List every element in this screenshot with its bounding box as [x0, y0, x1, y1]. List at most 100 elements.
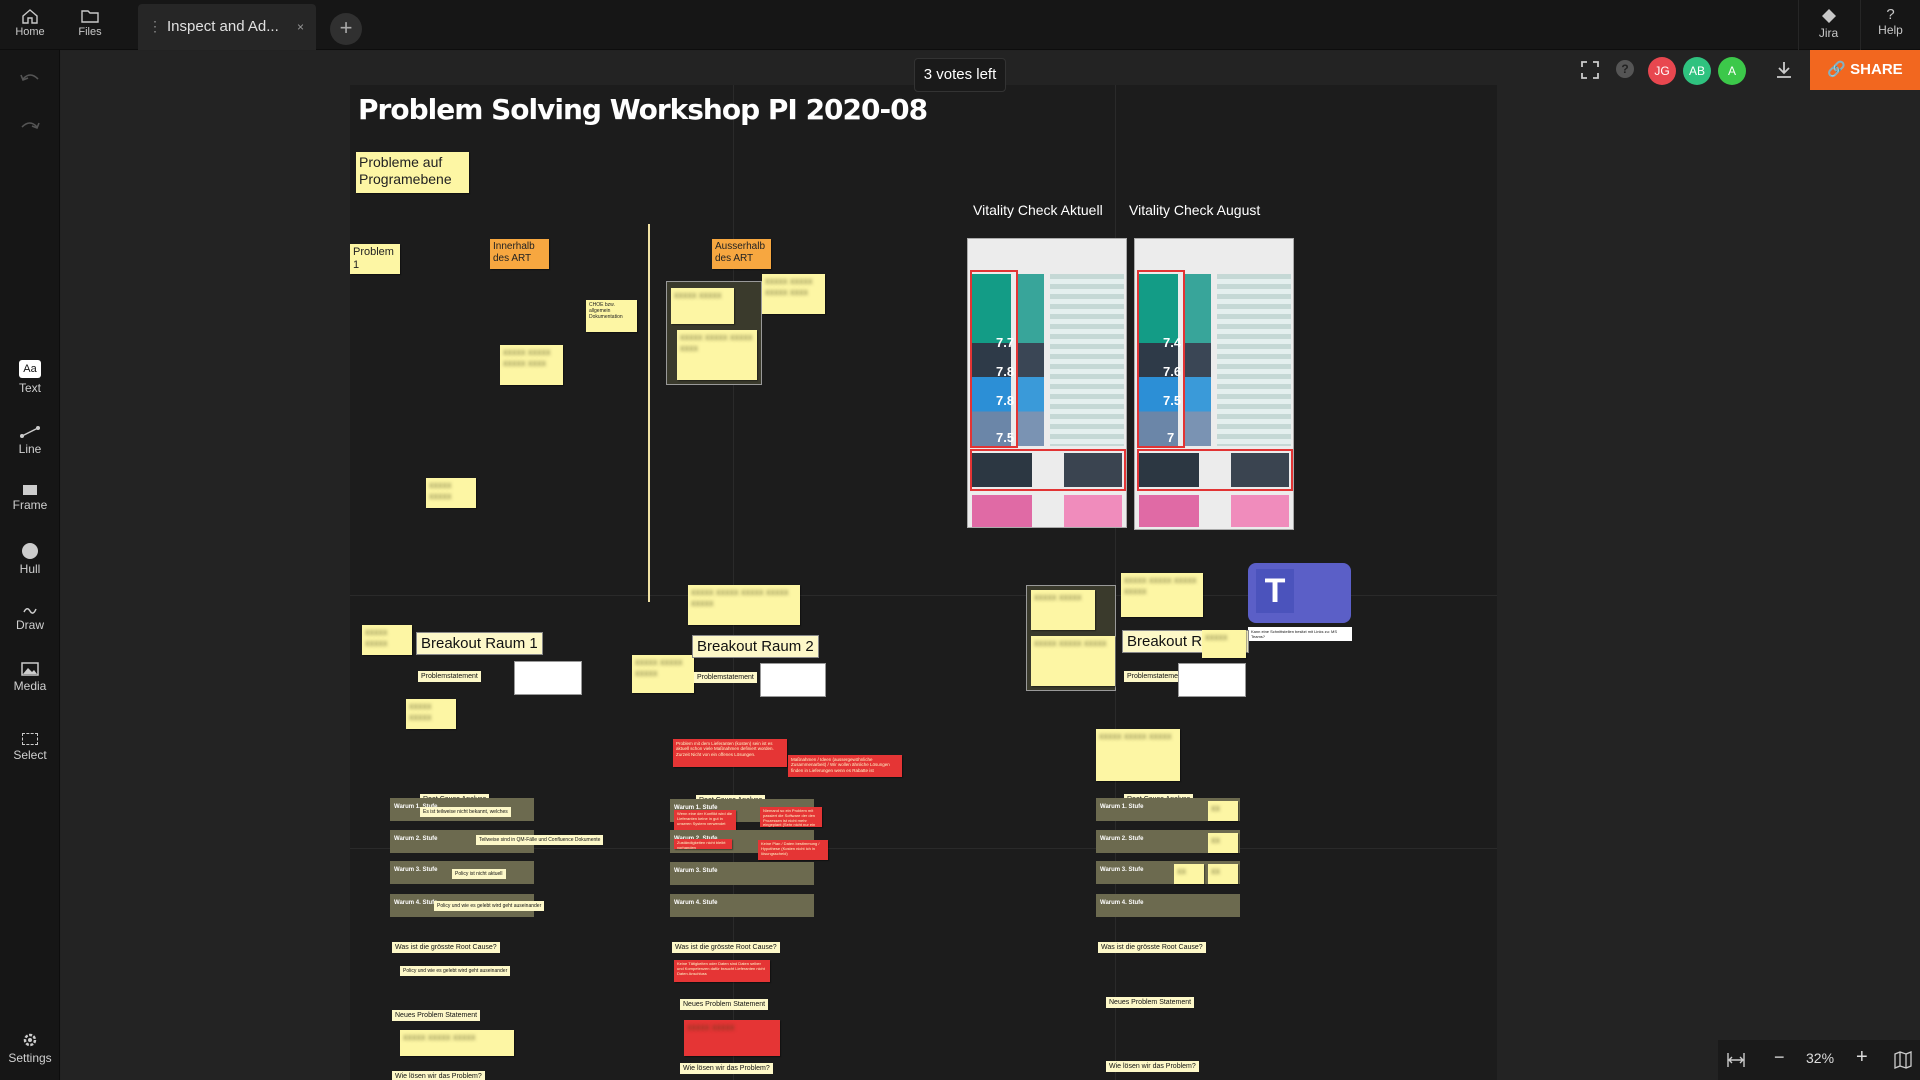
avatar[interactable]: JG [1648, 57, 1676, 85]
problemstatement-label[interactable]: Problemstatement [694, 672, 757, 683]
jira-button[interactable]: Jira [1798, 0, 1858, 50]
help-button[interactable]: ? Help [1860, 0, 1920, 50]
wie-loesen-label[interactable]: Wie lösen wir das Problem? [1106, 1061, 1199, 1072]
why-bubble[interactable]: Policy und wie es gelebt wird geht ausei… [434, 901, 545, 911]
download-icon[interactable] [1774, 60, 1794, 80]
sticky-blurred[interactable]: xxxxx xxxxx xxxxx [400, 1030, 514, 1056]
sticky-problem-1[interactable]: Problem 1 [350, 244, 400, 274]
sticky-blurred[interactable]: xxxxx xxxxx xxxxx xxxx [762, 274, 825, 314]
tab-inspect-and-adapt[interactable]: ⋮ Inspect and Ad... × [138, 4, 316, 50]
vitality-august-heading: Vitality Check August [1129, 202, 1261, 218]
red-note[interactable]: Problem mit dem Lieferanten (kosten) sei… [673, 739, 787, 767]
sticky-blurred[interactable]: xxxxx xxxxx [671, 288, 734, 324]
sticky-blurred[interactable]: xxxxx xxxxx xxxxx xxxx [500, 345, 563, 385]
tab-title: Inspect and Ad... [167, 18, 279, 35]
problemstatement-label[interactable]: Problemstatement [418, 671, 481, 682]
sticky-probleme-programebene[interactable]: Probleme auf Programebene [356, 152, 469, 193]
sticky-blurred[interactable]: xx [1208, 864, 1238, 884]
workshop-board[interactable]: Problem Solving Workshop PI 2020-08 Prob… [350, 85, 1497, 1080]
diagram-thumbnail[interactable] [1178, 663, 1246, 697]
why-level-3[interactable]: Warum 3. Stufe [670, 862, 814, 885]
sticky-link[interactable]: xxxxx xxxxx xxxxx xxxxx [1121, 573, 1203, 617]
sticky-ausserhalb-art[interactable]: Ausserhalb des ART [712, 239, 771, 269]
sticky-blurred[interactable]: xxxxx xxxxx [426, 478, 476, 508]
red-note[interactable]: Wenn eine der Konflikt wird die Lieferan… [674, 810, 736, 830]
sticky-blurred[interactable]: xxxxx xxxxx [406, 699, 456, 729]
line-tool[interactable]: Line [0, 425, 60, 456]
sticky-innerhalb-art[interactable]: Innerhalb des ART [490, 239, 549, 269]
neues-problem-statement-label[interactable]: Neues Problem Statement [392, 1010, 481, 1021]
diagram-thumbnail[interactable] [760, 663, 826, 697]
sticky-dokumentation[interactable]: CHOE bzw. allgemein Dokumentation [586, 300, 637, 332]
why-bubble[interactable]: Policy ist nicht aktuell [452, 869, 506, 879]
avatar[interactable]: AB [1683, 57, 1711, 85]
redo-button[interactable] [0, 118, 60, 135]
sticky-link[interactable]: xxxxx xxxxx xxxxx xxxxx xxxxx [688, 585, 800, 625]
wie-loesen-label[interactable]: Wie lösen wir das Problem? [680, 1063, 773, 1074]
fullscreen-icon[interactable] [1580, 60, 1600, 80]
red-note[interactable]: Zuständigkeiten nicht bleibt vorhanden [674, 839, 732, 849]
root-cause-answer[interactable]: Policy und wie es gelebt wird geht ausei… [400, 966, 511, 976]
hull-icon [22, 543, 38, 559]
neues-problem-statement-label[interactable]: Neues Problem Statement [680, 999, 769, 1010]
sticky-group[interactable]: xxxxx xxxxx xxxxx xxxxx xxxxx xxxx [666, 281, 762, 385]
tab-close-icon[interactable]: × [297, 20, 304, 34]
undo-button[interactable] [0, 70, 60, 87]
sticky-blurred[interactable]: xxxxx xxxxx xxxxx [1096, 729, 1180, 781]
text-tool[interactable]: Aa Text [0, 360, 60, 395]
select-tool[interactable]: Select [0, 733, 60, 762]
groesste-root-cause-label[interactable]: Was ist die grösste Root Cause? [672, 942, 780, 953]
top-bar: Home Files ⋮ Inspect and Ad... × + Jira … [0, 0, 1920, 50]
breakout-raum-1-label[interactable]: Breakout Raum 1 [416, 632, 543, 655]
ms-teams-logo[interactable]: T [1248, 563, 1351, 623]
add-tab-button[interactable]: + [330, 13, 362, 45]
sticky-blurred[interactable]: xx [1174, 864, 1204, 884]
map-icon[interactable] [1894, 1051, 1912, 1069]
why-level-4[interactable]: Warum 4. Stufe [1096, 894, 1240, 917]
sticky-blurred[interactable]: xx [1208, 833, 1238, 853]
tab-menu-icon[interactable]: ⋮ [148, 18, 162, 35]
media-tool[interactable]: Media [0, 662, 60, 693]
home-button[interactable]: Home [0, 0, 60, 50]
why-bubble[interactable]: Teilweise sind in QM-Fälle und Confluenc… [476, 835, 604, 845]
hull-tool[interactable]: Hull [0, 543, 60, 576]
files-button[interactable]: Files [60, 0, 120, 50]
sticky-group[interactable]: xxxxx xxxxx xxxxx xxxxx xxxxx [1026, 585, 1116, 691]
board-title: Problem Solving Workshop PI 2020-08 [358, 93, 928, 126]
sticky-blurred[interactable]: xxxxx xxxxx xxxxx [632, 655, 694, 693]
draw-tool[interactable]: Draw [0, 605, 60, 632]
share-button[interactable]: 🔗 SHARE [1810, 50, 1920, 90]
zoom-out-button[interactable]: − [1774, 1047, 1785, 1068]
avatar[interactable]: A [1718, 57, 1746, 85]
sticky-blurred[interactable]: xxxxx xxxxx [362, 625, 412, 655]
red-note[interactable]: Niemand so ein Problem mit passiert die … [760, 807, 822, 827]
vitality-check-august[interactable]: 7.4 7.6 7.5 7 [1134, 238, 1294, 530]
breakout-raum-2-label[interactable]: Breakout Raum 2 [692, 635, 819, 658]
red-note[interactable]: Keine Tätigkeiten oder Daten sind Daten … [674, 960, 770, 982]
red-note[interactable]: Maßnahmen / Ideen (aussergewöhnliche Zus… [788, 755, 902, 777]
sticky-blurred[interactable]: xx [1208, 801, 1238, 821]
diagram-thumbnail[interactable] [514, 661, 582, 695]
why-bubble[interactable]: Es ist teilweise nicht bekannt, welches [420, 807, 511, 817]
settings-button[interactable]: Settings [0, 1032, 60, 1065]
zoom-in-button[interactable]: + [1856, 1046, 1868, 1069]
groesste-root-cause-label[interactable]: Was ist die grösste Root Cause? [1098, 942, 1206, 953]
neues-problem-statement-label[interactable]: Neues Problem Statement [1106, 997, 1195, 1008]
wie-loesen-label[interactable]: Wie lösen wir das Problem? [392, 1071, 485, 1080]
frame-tool[interactable]: Frame [0, 485, 60, 512]
red-note[interactable]: Keine Plan / Daten bestimmung / Hypothes… [758, 840, 828, 860]
groesste-root-cause-label[interactable]: Was ist die grösste Root Cause? [392, 942, 500, 953]
sticky-blurred[interactable]: xxxxx [1202, 630, 1246, 658]
info-icon[interactable]: ? [1616, 60, 1634, 78]
sticky-blurred[interactable]: xxxxx xxxxx xxxxx xxxx [677, 330, 757, 380]
hull-tool-label: Hull [19, 562, 41, 576]
vitality-check-aktuell[interactable]: 7.7 7.8 7.8 7.5 [967, 238, 1127, 528]
why-level-4[interactable]: Warum 4. Stufe [670, 894, 814, 917]
red-note-blurred[interactable]: xxxxx xxxxx [684, 1020, 780, 1056]
text-icon: Aa [19, 360, 41, 378]
sticky-blurred[interactable]: xxxxx xxxxx xxxxx [1031, 636, 1115, 686]
files-label: Files [78, 26, 102, 38]
sticky-blurred[interactable]: xxxxx xxxxx [1031, 590, 1095, 630]
fit-width-icon[interactable] [1726, 1052, 1746, 1068]
canvas[interactable]: Problem Solving Workshop PI 2020-08 Prob… [61, 51, 1920, 1080]
